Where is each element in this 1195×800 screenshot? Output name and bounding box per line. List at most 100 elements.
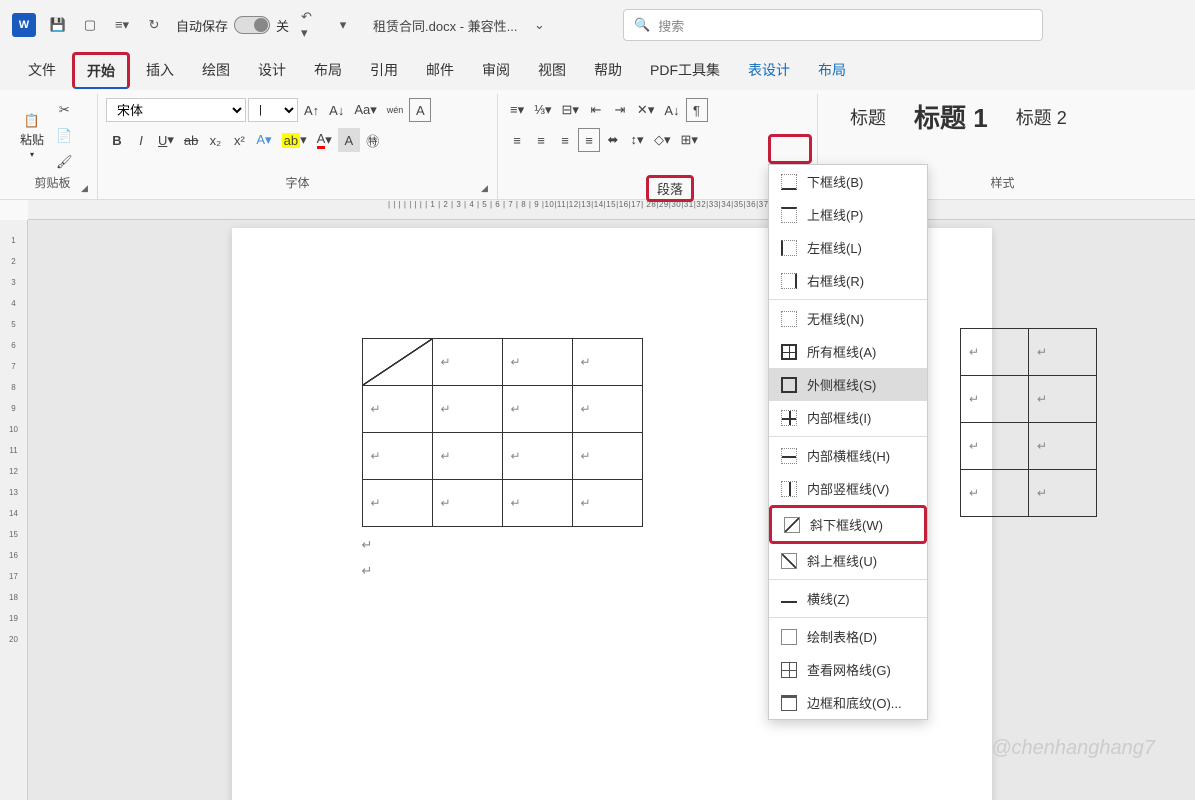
phonetic-button[interactable]: wén (383, 98, 408, 122)
table-cell[interactable]: ↵ (362, 433, 432, 480)
table-cell[interactable]: ↵ (961, 329, 1029, 376)
toggle-switch[interactable] (234, 16, 270, 34)
border-menu-item[interactable]: 左框线(L) (769, 231, 927, 264)
table-cell[interactable]: ↵ (572, 339, 642, 386)
search-input[interactable]: 🔍 搜索 (623, 9, 1043, 41)
table-cell[interactable]: ↵ (502, 386, 572, 433)
table-cell[interactable]: ↵ (502, 339, 572, 386)
font-launcher[interactable]: ◢ (481, 183, 493, 195)
table-cell[interactable]: ↵ (362, 386, 432, 433)
vertical-ruler[interactable]: 1234567891011121314151617181920 (0, 220, 28, 800)
superscript-button[interactable]: x² (228, 128, 250, 152)
horizontal-ruler[interactable]: | | | | | | | | 1 | 2 | 3 | 4 | 5 | 6 | … (28, 200, 1195, 220)
tab-开始[interactable]: 开始 (72, 52, 130, 89)
table-cell[interactable]: ↵ (362, 480, 432, 527)
redo-icon[interactable]: ↻ (144, 15, 164, 35)
table-cell[interactable]: ↵ (572, 386, 642, 433)
table-cell[interactable]: ↵ (1029, 470, 1097, 517)
grow-font-button[interactable]: A↑ (300, 98, 323, 122)
table-cell[interactable]: ↵ (961, 376, 1029, 423)
table-cell[interactable]: ↵ (432, 339, 502, 386)
shrink-font-button[interactable]: A↓ (325, 98, 348, 122)
tab-布局[interactable]: 布局 (302, 54, 354, 86)
shading-button[interactable]: ◇▾ (650, 128, 675, 152)
change-case-button[interactable]: Aa▾ (350, 98, 380, 122)
paste-button[interactable]: 📋 粘贴 ▾ (16, 109, 48, 163)
strike-button[interactable]: ab (180, 128, 202, 152)
table-cell[interactable]: ↵ (432, 386, 502, 433)
line-spacing-button[interactable]: ↕▾ (626, 128, 648, 152)
underline-button[interactable]: U▾ (154, 128, 178, 152)
style-heading2[interactable]: 标题 2 (1016, 104, 1067, 130)
char-shading-button[interactable]: A (338, 128, 360, 152)
bold-button[interactable]: B (106, 128, 128, 152)
border-menu-item[interactable]: 内部横框线(H) (769, 439, 927, 472)
font-color-button[interactable]: A▾ (313, 128, 336, 152)
border-menu-item[interactable]: 下框线(B) (769, 165, 927, 198)
table-cell[interactable]: ↵ (572, 480, 642, 527)
tab-引用[interactable]: 引用 (358, 54, 410, 86)
tab-表设计[interactable]: 表设计 (736, 54, 802, 86)
highlight-button[interactable]: ab▾ (278, 128, 311, 152)
multilevel-button[interactable]: ⊟▾ (558, 98, 583, 122)
enclose-char-button[interactable]: ㊕ (362, 128, 384, 152)
table-cell[interactable]: ↵ (1029, 329, 1097, 376)
more-icon[interactable]: ▾ (333, 15, 353, 35)
border-menu-item[interactable]: 查看网格线(G) (769, 653, 927, 686)
table-cell[interactable]: ↵ (432, 480, 502, 527)
tab-帮助[interactable]: 帮助 (582, 54, 634, 86)
tab-文件[interactable]: 文件 (16, 54, 68, 86)
align-center-button[interactable]: ≡ (530, 128, 552, 152)
table-cell[interactable]: ↵ (502, 433, 572, 480)
italic-button[interactable]: I (130, 128, 152, 152)
tab-PDF工具集[interactable]: PDF工具集 (638, 54, 732, 86)
font-name-select[interactable]: 宋体 (106, 98, 246, 122)
char-border-button[interactable]: A (409, 98, 431, 122)
border-menu-item[interactable]: 内部竖框线(V) (769, 472, 927, 505)
table-cell[interactable]: ↵ (961, 470, 1029, 517)
table-cell[interactable]: ↵ (961, 423, 1029, 470)
table-cell[interactable]: ↵ (1029, 376, 1097, 423)
document-table[interactable]: ↵↵↵ ↵↵↵↵ ↵↵↵↵ ↵↵↵↵ (362, 338, 643, 527)
cut-button[interactable]: ✂ (53, 98, 75, 122)
copy-button[interactable]: 📄 (52, 124, 76, 148)
autosave-toggle[interactable]: 自动保存 关 (176, 16, 289, 35)
border-menu-item[interactable]: 所有框线(A) (769, 335, 927, 368)
document-table-right[interactable]: ↵↵ ↵↵ ↵↵ ↵↵ (960, 328, 1097, 517)
bullets-button[interactable]: ≡▾ (506, 98, 528, 122)
present-icon[interactable]: ▢ (80, 15, 100, 35)
title-dropdown-icon[interactable]: ⌄ (530, 15, 550, 35)
list-icon[interactable]: ≡▾ (112, 15, 132, 35)
sort-button[interactable]: A↓ (660, 98, 683, 122)
tab-设计[interactable]: 设计 (246, 54, 298, 86)
increase-indent-button[interactable]: ⇥ (609, 98, 631, 122)
border-menu-item[interactable]: 右框线(R) (769, 264, 927, 297)
style-title[interactable]: 标题 (850, 104, 886, 130)
border-menu-item[interactable]: 绘制表格(D) (769, 620, 927, 653)
border-menu-item[interactable]: 斜下框线(W) (769, 505, 927, 544)
clipboard-launcher[interactable]: ◢ (81, 183, 93, 195)
table-cell[interactable]: ↵ (572, 433, 642, 480)
format-painter-button[interactable]: 🖌 (52, 150, 77, 174)
text-effects-button[interactable]: A▾ (252, 128, 275, 152)
show-marks-button[interactable]: ¶ (686, 98, 708, 122)
table-cell[interactable] (362, 339, 432, 386)
justify-button[interactable]: ≡ (578, 128, 600, 152)
align-right-button[interactable]: ≡ (554, 128, 576, 152)
border-menu-item[interactable]: 外侧框线(S) (769, 368, 927, 401)
align-left-button[interactable]: ≡ (506, 128, 528, 152)
border-menu-item[interactable]: 内部框线(I) (769, 401, 927, 434)
tab-绘图[interactable]: 绘图 (190, 54, 242, 86)
table-cell[interactable]: ↵ (432, 433, 502, 480)
border-menu-item[interactable]: 横线(Z) (769, 582, 927, 615)
border-menu-item[interactable]: 边框和底纹(O)... (769, 686, 927, 719)
numbering-button[interactable]: ⅓▾ (530, 98, 555, 122)
font-size-select[interactable]: 四号 (248, 98, 298, 122)
table-cell[interactable]: ↵ (502, 480, 572, 527)
borders-button[interactable]: ⊞▾ (677, 128, 702, 152)
border-menu-item[interactable]: 无框线(N) (769, 302, 927, 335)
save-icon[interactable]: 💾 (48, 15, 68, 35)
table-cell[interactable]: ↵ (1029, 423, 1097, 470)
distribute-button[interactable]: ⬌ (602, 128, 624, 152)
border-menu-item[interactable]: 上框线(P) (769, 198, 927, 231)
